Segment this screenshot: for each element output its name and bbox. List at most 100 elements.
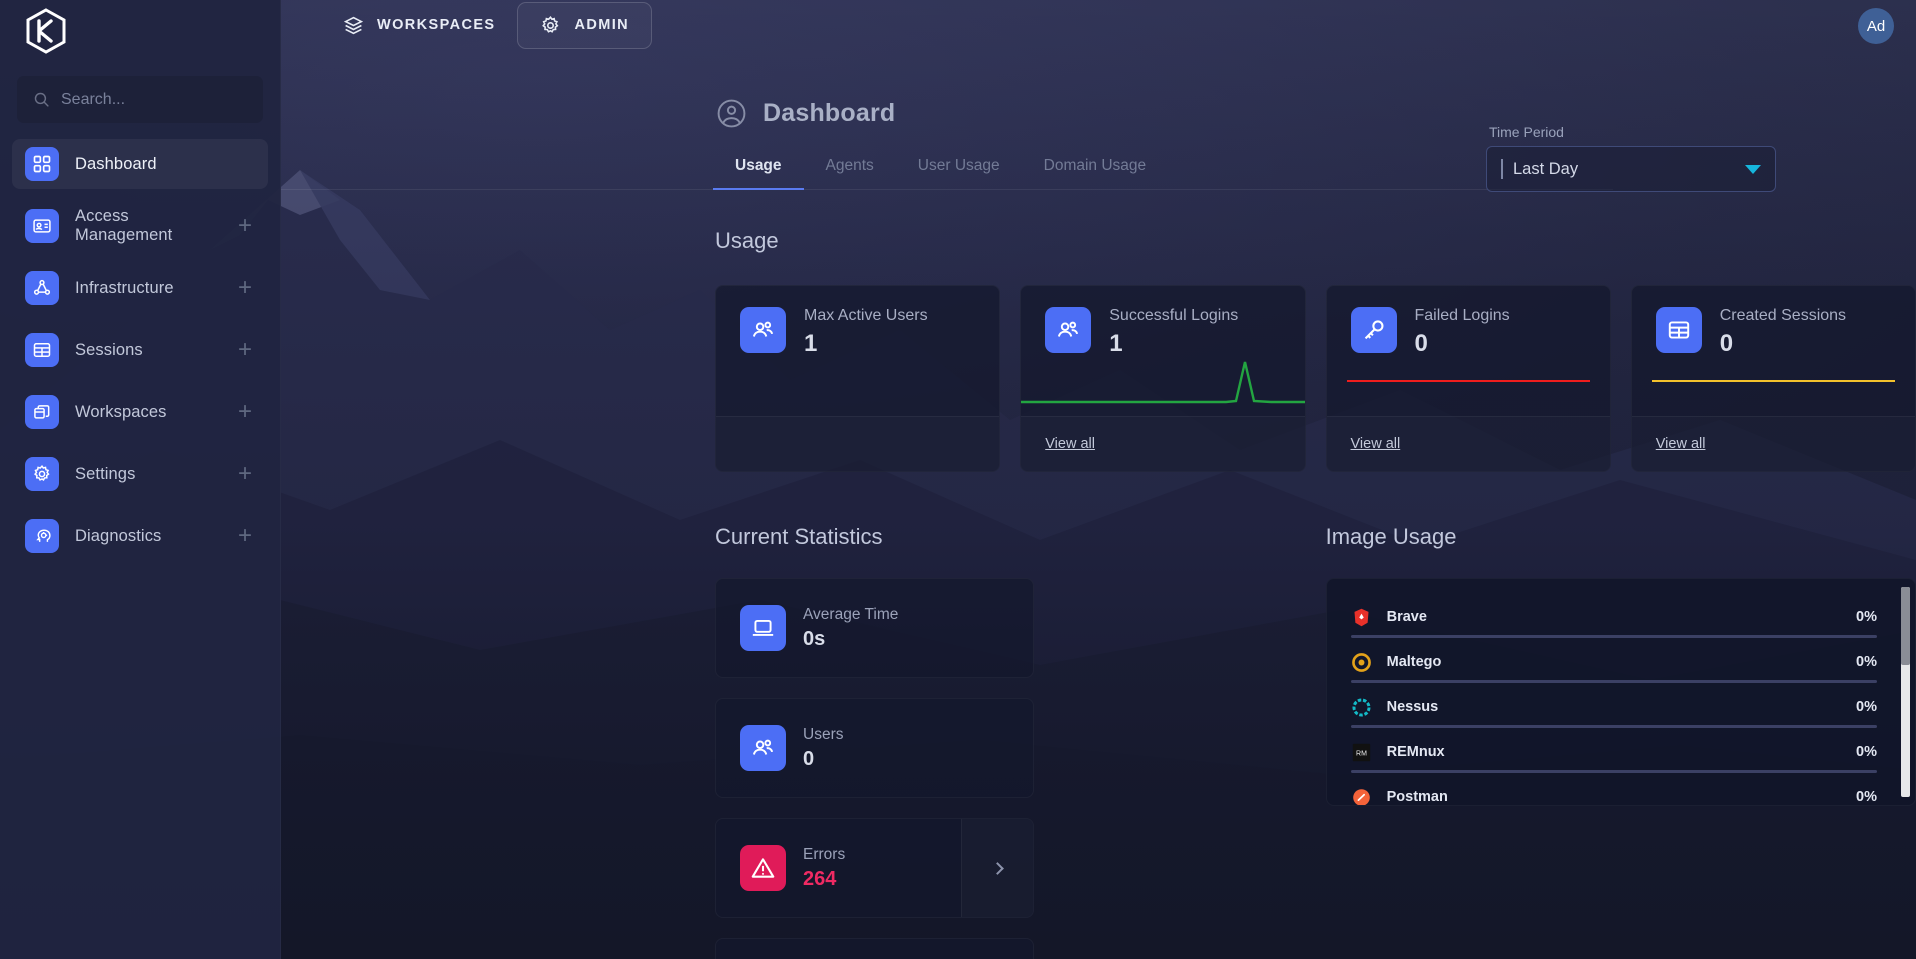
users-icon xyxy=(740,307,786,353)
usage-heading: Usage xyxy=(715,228,779,253)
sidebar-item-diagnostics[interactable]: Diagnostics + xyxy=(12,511,268,561)
stat-card-label: Errors xyxy=(803,845,846,863)
image-percent: 0% xyxy=(1856,789,1877,805)
dashboard-tabs: Usage Agents User Usage Domain Usage xyxy=(281,157,1613,190)
image-usage-list: Brave 0% Maltego 0% Nessus 0% RM REMnux … xyxy=(1327,599,1915,805)
chevron-down-icon[interactable] xyxy=(1745,164,1761,174)
list-item[interactable]: Maltego 0% xyxy=(1350,644,1877,689)
image-name: Postman xyxy=(1386,789,1448,805)
sidebar-item-label: Sessions xyxy=(75,340,143,359)
stat-card-value: 264 xyxy=(803,867,837,890)
sidebar-add-icon[interactable]: + xyxy=(238,338,254,362)
view-all-link[interactable]: View all xyxy=(1351,436,1401,452)
usage-card-label: Max Active Users xyxy=(804,307,928,324)
tab-user-usage[interactable]: User Usage xyxy=(896,157,1022,189)
sidebar-add-icon[interactable]: + xyxy=(238,400,254,424)
list-item[interactable]: Brave 0% xyxy=(1350,599,1877,644)
nav-tab-workspaces[interactable]: WORKSPACES xyxy=(321,0,517,50)
current-statistics-section: Current Statistics Average Time 0s Users… xyxy=(715,524,1304,959)
image-name: Nessus xyxy=(1386,699,1439,715)
tab-agents[interactable]: Agents xyxy=(804,157,896,189)
image-name: Maltego xyxy=(1386,654,1442,670)
usage-card-successful-logins[interactable]: Successful Logins 1 View all xyxy=(1020,285,1306,472)
text-cursor xyxy=(1501,159,1503,179)
main-area: WORKSPACES ADMIN Ad Dashboard Time Perio… xyxy=(281,0,1916,959)
avatar-initials: Ad xyxy=(1866,17,1886,35)
usage-card-label: Created Sessions xyxy=(1719,307,1847,324)
sidebar-item-dashboard[interactable]: Dashboard xyxy=(12,139,268,189)
list-item[interactable]: RM REMnux 0% xyxy=(1350,734,1877,779)
stat-card-value: 0s xyxy=(803,627,826,650)
warning-icon xyxy=(740,845,786,891)
search-box[interactable] xyxy=(17,76,268,123)
users-icon xyxy=(1045,307,1092,353)
usage-card-failed-logins[interactable]: Failed Logins 0 View all xyxy=(1325,285,1611,472)
app-root: Dashboard Access Management + xyxy=(0,0,1916,959)
avatar[interactable]: Ad xyxy=(1858,8,1894,44)
usage-cards: Max Active Users 1 Successful Logins 1 V… xyxy=(715,285,1916,472)
page-content: Dashboard Time Period Last Day Usage Age… xyxy=(281,50,1916,959)
sidebar-item-label: Workspaces xyxy=(75,402,167,421)
list-item[interactable]: Postman 0% xyxy=(1351,779,1877,805)
image-usage-scrollbar[interactable] xyxy=(1901,587,1910,797)
sidebar-item-sessions[interactable]: Sessions + xyxy=(12,325,268,375)
sidebar-item-label: Settings xyxy=(75,464,136,483)
maltego-logo xyxy=(1351,652,1372,673)
list-item[interactable]: Nessus 0% xyxy=(1350,689,1877,734)
view-all-link[interactable]: View all xyxy=(1656,436,1706,452)
sidebar-add-icon[interactable]: + xyxy=(238,462,254,486)
sidebar: Dashboard Access Management + xyxy=(0,0,281,959)
layers-icon xyxy=(343,16,364,34)
search-input[interactable] xyxy=(61,90,268,109)
sidebar-add-icon[interactable]: + xyxy=(238,276,254,300)
nav-tab-admin[interactable]: ADMIN xyxy=(517,1,652,49)
kasm-logo[interactable] xyxy=(24,8,68,54)
user-circle-icon xyxy=(717,99,746,128)
usage-card-label: Failed Logins xyxy=(1414,307,1510,324)
failed-logins-flatline xyxy=(1346,380,1590,382)
time-period-filter: Time Period Last Day xyxy=(1486,124,1776,192)
id-card-icon xyxy=(25,209,59,243)
sidebar-item-settings[interactable]: Settings + xyxy=(12,449,268,499)
usage-card-value: 1 xyxy=(804,330,818,357)
key-icon xyxy=(1350,307,1397,353)
tab-domain-usage[interactable]: Domain Usage xyxy=(1022,157,1169,189)
remnux-logo: RM xyxy=(1351,742,1372,763)
sidebar-item-access-management[interactable]: Access Management + xyxy=(12,201,268,251)
created-sessions-flatline xyxy=(1651,380,1895,382)
usage-bar xyxy=(1350,635,1877,638)
usage-card-created-sessions[interactable]: Created Sessions 0 View all xyxy=(1630,285,1916,472)
tab-label: Agents xyxy=(825,157,874,174)
windows-icon xyxy=(25,395,59,429)
view-all-link[interactable]: View all xyxy=(1045,436,1095,452)
sidebar-item-label: Access Management xyxy=(75,207,173,244)
sidebar-add-icon[interactable]: + xyxy=(238,524,254,548)
stat-card-average-time[interactable]: Average Time 0s xyxy=(715,578,1034,678)
logo-row xyxy=(0,0,280,62)
nav-tab-workspaces-label: WORKSPACES xyxy=(377,17,496,33)
stat-card-errors[interactable]: Errors 264 xyxy=(715,818,1034,918)
sidebar-item-label: Dashboard xyxy=(75,154,157,173)
postman-logo xyxy=(1351,787,1372,805)
sidebar-item-workspaces[interactable]: Workspaces + xyxy=(12,387,268,437)
sidebar-item-infrastructure[interactable]: Infrastructure + xyxy=(12,263,268,313)
usage-bar xyxy=(1350,725,1877,728)
page-title: Dashboard xyxy=(763,99,896,127)
sidebar-item-label: Diagnostics xyxy=(75,526,162,545)
sidebar-item-label: Infrastructure xyxy=(75,278,174,297)
image-usage-section: Image Usage Brave 0% Maltego 0% Nessus 0… xyxy=(1325,524,1916,959)
tab-usage[interactable]: Usage xyxy=(713,157,804,190)
stat-card-users[interactable]: Users 0 xyxy=(715,698,1034,798)
stat-card-workspaces[interactable]: Workspaces 0 xyxy=(715,938,1034,959)
time-period-value: Last Day xyxy=(1513,159,1579,178)
time-period-select[interactable]: Last Day xyxy=(1486,146,1776,192)
errors-details-button[interactable] xyxy=(961,819,1033,917)
sidebar-add-icon[interactable]: + xyxy=(238,214,254,238)
usage-card-max-active-users[interactable]: Max Active Users 1 xyxy=(715,285,1001,472)
svg-text:RM: RM xyxy=(1356,750,1367,757)
image-percent: 0% xyxy=(1856,744,1877,760)
usage-card-label: Successful Logins xyxy=(1109,307,1239,324)
scrollbar-thumb[interactable] xyxy=(1901,587,1910,665)
current-statistics-cards: Average Time 0s Users 0 Errors 264 xyxy=(715,578,1304,959)
image-percent: 0% xyxy=(1856,609,1877,625)
